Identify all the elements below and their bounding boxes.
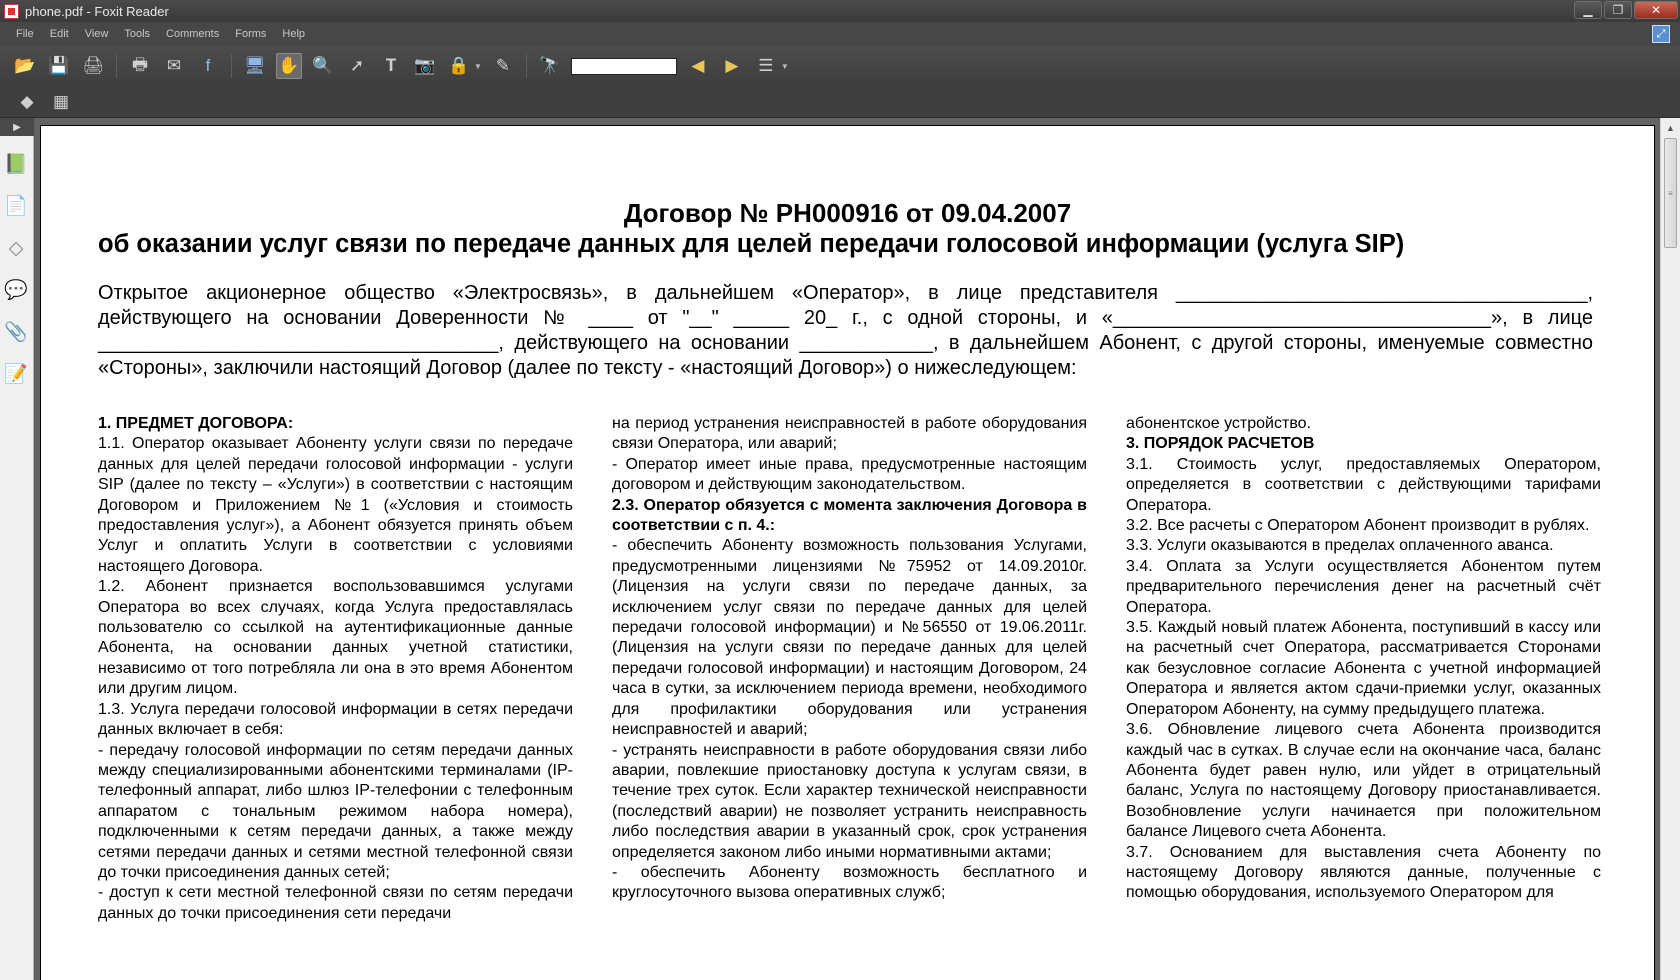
paragraph: - передачу голосовой информации по сетям… [98,741,573,881]
menu-help[interactable]: Help [282,28,305,40]
restore-view-icon[interactable]: ⤢ [1652,25,1670,43]
comments-icon[interactable]: 💬 [3,276,29,304]
column-2: на период устранения неисправностей в ра… [612,414,1087,904]
text-select-icon[interactable]: 𝐓 [378,53,404,79]
find-prev-icon[interactable]: ◀ [685,53,711,79]
fill-icon[interactable]: ◆ [14,89,40,115]
scroll-up-icon[interactable]: ▲ [1661,118,1680,138]
title-bar: phone.pdf - Foxit Reader ▁ ❐ ✕ [0,0,1680,22]
document-viewport[interactable]: Договор № РН000916 от 09.04.2007 об оказ… [35,118,1660,980]
print-icon[interactable]: 🖨 [80,53,106,79]
chevron-down-icon[interactable]: ▼ [781,62,789,71]
attachments-icon[interactable]: 📎 [3,318,29,346]
zoom-tool-icon[interactable]: 🔍 [310,53,336,79]
paragraph: 1.3. Услуга передачи голосовой информаци… [98,700,573,739]
column-1: 1. ПРЕДМЕТ ДОГОВОРА: 1.1. Оператор оказыв… [98,414,573,924]
paragraph: 3.6. Обновление лицевого счета Абонента … [1126,721,1601,841]
document-subtitle: об оказании услуг связи по передаче данн… [98,230,1405,258]
paragraph: - доступ к сети местной телефонной связи… [98,884,573,922]
panel-expand-button[interactable]: ▶ [0,118,34,136]
find-input[interactable] [570,57,677,75]
toolbar-divider [525,54,527,78]
section-heading: 1. ПРЕДМЕТ ДОГОВОРА: [98,415,294,432]
section-heading: 3. ПОРЯДОК РАСЧЕТОВ [1126,435,1315,453]
toolbar-divider [231,54,232,78]
grid-icon[interactable]: ▦ [48,89,74,115]
print-icon[interactable]: 🖶 [127,53,153,79]
paragraph: - обеспечить Абоненту возможность пользо… [612,537,1087,739]
binoculars-icon[interactable]: 🔭 [537,53,563,79]
main-toolbar: 📂 💾 🖨 🖶 ✉ f 🖥 ✋ 🔍 ➚ 𝐓 📷 🔒 ▼ ✎ 🔭 ◀ ▶ ☰ ▼ [0,46,1680,86]
foxit-app-icon [4,3,19,19]
paragraph: 3.2. Все расчеты с Оператором Абонент пр… [1126,517,1590,535]
column-3: абонентское устройство. 3. ПОРЯДОК РАСЧЕТ… [1126,414,1601,904]
window-title: phone.pdf - Foxit Reader [25,3,169,19]
save-icon[interactable]: 💾 [46,53,72,79]
sign-icon[interactable]: ✎ [490,53,516,79]
vertical-scrollbar[interactable]: ▲ ≡ [1660,118,1680,980]
email-icon[interactable]: ✉ [161,53,187,79]
menu-forms[interactable]: Forms [235,28,266,40]
secondary-toolbar: ◆ ▦ [0,86,1680,118]
menu-comments[interactable]: Comments [166,28,219,40]
scroll-thumb[interactable]: ≡ [1664,138,1677,248]
snapshot-view-icon[interactable]: 🖥 [242,53,268,79]
paragraph: - устранять неисправности в работе обору… [612,741,1087,861]
section-heading: 2.3. Оператор обязуется с момента заключ… [612,496,1087,535]
open-icon[interactable]: 📂 [12,53,38,79]
menu-file[interactable]: File [16,28,34,40]
maximize-button[interactable]: ❐ [1604,1,1632,19]
toolbar-divider [116,54,117,78]
paragraph: 1.2. Абонент признается воспользовавшимс… [98,578,573,698]
minimize-button[interactable]: ▁ [1574,1,1602,19]
rms-lock-icon[interactable]: 🔒 [446,53,472,79]
bookmarks-icon[interactable]: 📗 [3,150,29,178]
close-button[interactable]: ✕ [1634,1,1678,19]
paragraph: 3.7. Основанием для выставления счета Аб… [1126,843,1601,902]
paragraph: 1.1. Оператор оказывает Абоненту услуги … [98,435,573,575]
paragraph: на период устранения неисправностей в ра… [612,415,1087,453]
paragraph: абонентское устройство. [1126,415,1311,432]
chevron-down-icon[interactable]: ▼ [474,62,482,71]
menu-bar: File Edit View Tools Comments Forms Help [0,22,1680,46]
menu-view[interactable]: View [85,28,109,40]
navigation-panel: ▶ 📗 📄 ◇ 💬 📎 📝 [0,118,34,980]
select-tool-icon[interactable]: ➚ [344,53,370,79]
document-intro: Открытое акционерное общество «Электросв… [98,282,1599,379]
hand-tool-icon[interactable]: ✋ [276,53,302,79]
paragraph: 3.1. Стоимость услуг, предоставляемых Оп… [1126,455,1601,514]
document-title: Договор № РН000916 от 09.04.2007 [623,198,1072,228]
signatures-icon[interactable]: 📝 [3,360,29,388]
menu-tools[interactable]: Tools [124,28,150,40]
pages-icon[interactable]: 📄 [3,192,29,220]
paragraph: - Оператор имеет иные права, предусмотре… [612,455,1087,494]
paragraph: - обеспечить Абоненту возможность беспла… [612,863,1087,902]
pdf-page: Договор № РН000916 от 09.04.2007 об оказ… [40,125,1655,980]
layers-icon[interactable]: ◇ [3,234,29,262]
snapshot-icon[interactable]: 📷 [412,53,438,79]
paragraph: 3.5. Каждый новый платеж Абонента, посту… [1126,619,1601,718]
find-options-icon[interactable]: ☰ [753,53,779,79]
find-next-icon[interactable]: ▶ [719,53,745,79]
menu-edit[interactable]: Edit [50,28,69,40]
window-controls: ▁ ❐ ✕ [1574,1,1678,19]
paragraph: 3.4. Оплата за Услуги осуществляется Або… [1126,557,1601,616]
paragraph: 3.3. Услуги оказываются в пределах оплач… [1126,537,1554,555]
facebook-icon[interactable]: f [195,53,221,79]
